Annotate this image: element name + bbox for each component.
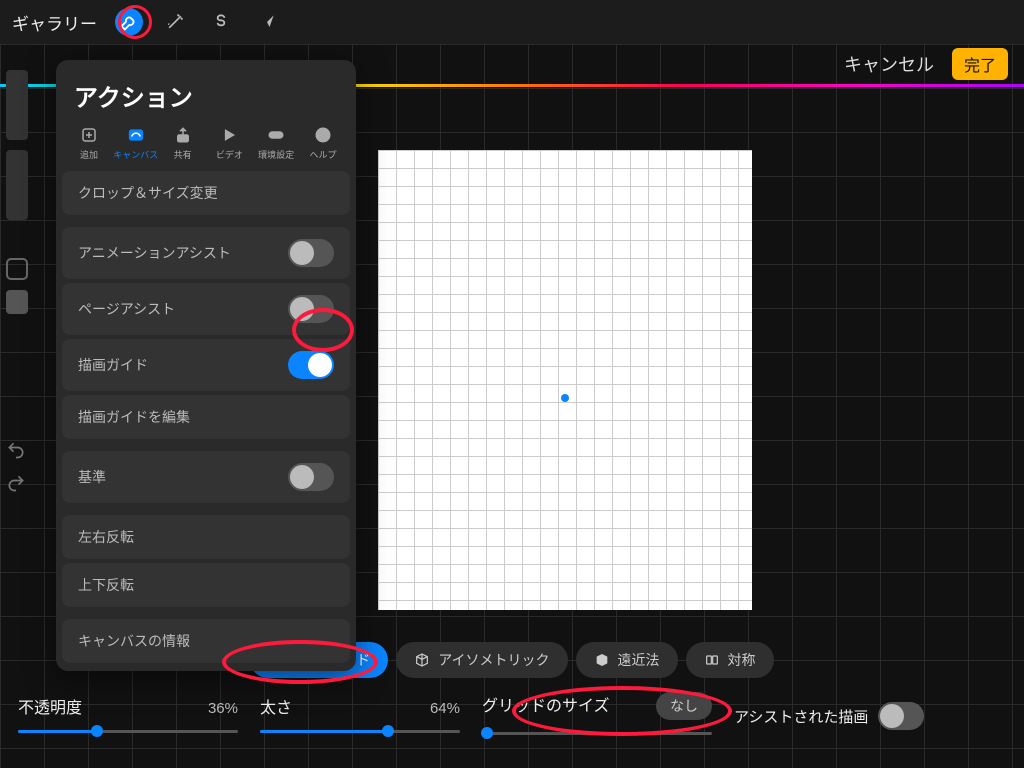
row-label: アニメーションアシスト	[78, 243, 231, 263]
mtab-label: 遠近法	[618, 650, 660, 670]
tab-canvas[interactable]: キャンバス	[113, 125, 159, 161]
slider-opacity[interactable]: 不透明度 36%	[18, 694, 238, 738]
panel-title: アクション	[56, 74, 356, 125]
tab-help[interactable]: ヘルプ	[300, 125, 346, 161]
slider-value[interactable]: なし	[656, 692, 712, 720]
row-label: 描画ガイド	[78, 355, 148, 375]
plus-square-icon	[79, 125, 99, 145]
s-icon[interactable]	[207, 8, 235, 36]
actions-panel: アクション 追加 キャンバス 共有 ビデオ 環境設定 ヘルプ クロップ＆サイズ変…	[56, 60, 356, 671]
row-anim[interactable]: アニメーションアシスト	[62, 227, 350, 279]
tab-add[interactable]: 追加	[66, 125, 112, 161]
tab-label: 環境設定	[258, 148, 294, 161]
tab-iso[interactable]: アイソメトリック	[396, 642, 567, 678]
top-toolbar: ギャラリー	[0, 0, 1024, 44]
tool-slot[interactable]	[6, 290, 28, 314]
mtab-label: アイソメトリック	[438, 650, 549, 670]
left-rail	[0, 70, 34, 314]
slider-value: 36%	[208, 700, 238, 717]
slider-value: 64%	[430, 700, 460, 717]
tab-label: 追加	[80, 148, 98, 161]
tab-label: 共有	[174, 148, 192, 161]
toggle-icon	[266, 125, 286, 145]
toggle-reference[interactable]	[288, 463, 334, 491]
slider-gridsize[interactable]: グリッドのサイズ なし	[482, 692, 712, 740]
brush-size-slider[interactable]	[6, 70, 28, 140]
panel-tabs: 追加 キャンバス 共有 ビデオ 環境設定 ヘルプ	[56, 125, 356, 169]
mirror-icon	[704, 652, 720, 668]
mtab-label: 対称	[728, 650, 756, 670]
arrow-icon[interactable]	[253, 8, 281, 36]
done-button[interactable]: 完了	[952, 48, 1008, 80]
undo-redo	[6, 440, 26, 498]
cancel-button[interactable]: キャンセル	[844, 51, 934, 77]
cube-solid-icon	[594, 652, 610, 668]
row-label: 基準	[78, 467, 106, 487]
color-square-icon[interactable]	[6, 258, 28, 280]
tab-perspective[interactable]: 遠近法	[576, 642, 678, 678]
canvas-preview[interactable]	[378, 150, 752, 610]
tab-label: ヘルプ	[309, 148, 336, 161]
row-crop[interactable]: クロップ＆サイズ変更	[62, 171, 350, 215]
slider-label: 太さ	[260, 694, 292, 718]
row-label: 上下反転	[78, 575, 134, 595]
cube-icon	[414, 652, 430, 668]
row-label: 描画ガイドを編集	[78, 407, 190, 427]
row-page[interactable]: ページアシスト	[62, 283, 350, 335]
row-reference[interactable]: 基準	[62, 451, 350, 503]
tab-share[interactable]: 共有	[160, 125, 206, 161]
row-label: クロップ＆サイズ変更	[78, 183, 218, 203]
slider-label: グリッドのサイズ	[482, 692, 610, 716]
row-label: 左右反転	[78, 527, 134, 547]
row-label: キャンバスの情報	[78, 631, 190, 651]
play-icon	[219, 125, 239, 145]
wrench-icon[interactable]	[115, 8, 143, 36]
undo-icon[interactable]	[6, 440, 26, 465]
tab-video[interactable]: ビデオ	[206, 125, 252, 161]
row-label: ページアシスト	[78, 299, 175, 319]
center-dot-icon[interactable]	[561, 394, 569, 402]
panel-list: クロップ＆サイズ変更 アニメーションアシスト ページアシスト 描画ガイド 描画ガ…	[56, 169, 356, 665]
gallery-button[interactable]: ギャラリー	[12, 10, 97, 35]
toggle-guide[interactable]	[288, 351, 334, 379]
tab-prefs[interactable]: 環境設定	[253, 125, 299, 161]
assist-label: アシストされた描画	[734, 706, 868, 727]
share-icon	[173, 125, 193, 145]
canvas-icon	[126, 125, 146, 145]
sliders-row: 不透明度 36% 太さ 64% グリッドのサイズ なし アシストされた描画	[14, 692, 1010, 740]
tab-label: キャンバス	[113, 148, 158, 161]
redo-icon[interactable]	[6, 473, 26, 498]
help-icon	[313, 125, 333, 145]
toggle-page[interactable]	[288, 295, 334, 323]
slider-thickness[interactable]: 太さ 64%	[260, 694, 460, 738]
row-guide[interactable]: 描画ガイド	[62, 339, 350, 391]
row-guide-edit[interactable]: 描画ガイドを編集	[62, 395, 350, 439]
row-flip-h[interactable]: 左右反転	[62, 515, 350, 559]
toggle-anim[interactable]	[288, 239, 334, 267]
slider-label: 不透明度	[18, 694, 82, 718]
wand-icon[interactable]	[161, 8, 189, 36]
opacity-slider[interactable]	[6, 150, 28, 220]
assist-drawing: アシストされた描画	[734, 702, 924, 730]
row-info[interactable]: キャンバスの情報	[62, 619, 350, 663]
tab-label: ビデオ	[216, 148, 243, 161]
tab-symmetry[interactable]: 対称	[686, 642, 774, 678]
row-flip-v[interactable]: 上下反転	[62, 563, 350, 607]
toggle-assist[interactable]	[878, 702, 924, 730]
